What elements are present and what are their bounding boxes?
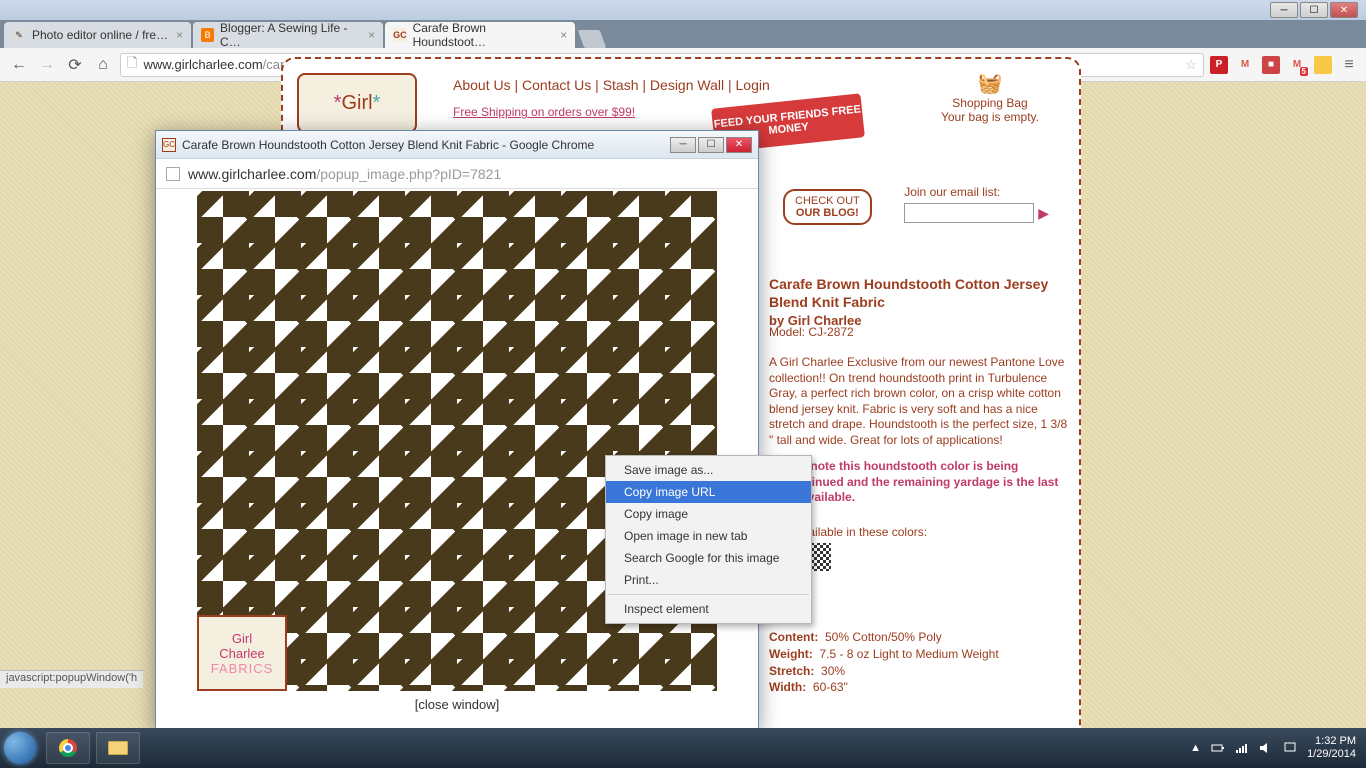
bag-empty-text: Your bag is empty. xyxy=(941,110,1039,124)
gc-icon: GC xyxy=(162,138,176,152)
wifi-icon[interactable] xyxy=(1235,741,1249,755)
tab-blogger[interactable]: B Blogger: A Sewing Life - C… × xyxy=(193,22,383,48)
status-bar: javascript:popupWindow('h xyxy=(0,670,143,688)
blogger-icon: B xyxy=(201,28,214,42)
context-menu: Save image as... Copy image URL Copy ima… xyxy=(605,455,812,624)
bag-label: Shopping Bag xyxy=(941,96,1039,110)
ctx-save-image-as[interactable]: Save image as... xyxy=(606,459,811,481)
window-minimize-button[interactable]: ─ xyxy=(1270,2,1298,18)
tray-show-hidden-icon[interactable]: ▲ xyxy=(1190,742,1201,754)
windows-titlebar: ─ ☐ ✕ xyxy=(0,0,1366,20)
close-icon[interactable]: × xyxy=(560,28,567,42)
start-button[interactable] xyxy=(0,728,40,768)
email-input[interactable] xyxy=(904,203,1034,223)
bag-icon: 🧺 xyxy=(941,71,1039,96)
clock-date: 1/29/2014 xyxy=(1307,748,1356,761)
shopping-bag-area[interactable]: 🧺 Shopping Bag Your bag is empty. xyxy=(941,71,1039,124)
close-window-link[interactable]: [close window] xyxy=(156,697,758,712)
battery-icon[interactable] xyxy=(1211,741,1225,755)
popup-url-host: www.girlcharlee.com xyxy=(188,166,316,182)
menu-icon[interactable]: ≡ xyxy=(1340,56,1358,74)
tab-label: Blogger: A Sewing Life - C… xyxy=(220,21,360,49)
windows-logo-icon xyxy=(4,732,36,764)
popup-titlebar[interactable]: GC Carafe Brown Houndstooth Cotton Jerse… xyxy=(156,131,758,159)
top-nav: About Us | Contact Us | Stash | Design W… xyxy=(453,77,770,93)
nav-about[interactable]: About Us xyxy=(453,77,511,93)
close-icon[interactable]: × xyxy=(368,28,375,42)
new-tab-button[interactable] xyxy=(578,30,607,48)
close-icon[interactable]: × xyxy=(176,28,183,42)
star-icon[interactable]: ☆ xyxy=(1185,57,1197,73)
clock[interactable]: 1:32 PM 1/29/2014 xyxy=(1307,735,1356,761)
free-shipping-link[interactable]: Free Shipping on orders over $99! xyxy=(453,105,635,119)
email-signup: Join our email list: ▶ xyxy=(904,185,1049,223)
system-tray: ▲ 1:32 PM 1/29/2014 xyxy=(1190,735,1366,761)
window-close-button[interactable]: ✕ xyxy=(1330,2,1358,18)
window-maximize-button[interactable]: ☐ xyxy=(1300,2,1328,18)
tab-photo-editor[interactable]: ✎ Photo editor online / fre… × xyxy=(4,22,191,48)
image-watermark-logo: GirlCharlee FABRICS xyxy=(197,615,287,691)
ctx-search-google-image[interactable]: Search Google for this image xyxy=(606,547,811,569)
gc-icon: GC xyxy=(393,28,407,42)
clock-time: 1:32 PM xyxy=(1307,735,1356,748)
gmail-badge-icon[interactable]: M5 xyxy=(1288,56,1306,74)
back-button[interactable]: ← xyxy=(8,54,30,76)
nav-contact[interactable]: Contact Us xyxy=(522,77,591,93)
ctx-print[interactable]: Print... xyxy=(606,569,811,591)
ctx-inspect-element[interactable]: Inspect element xyxy=(606,598,811,620)
home-button[interactable]: ⌂ xyxy=(92,54,114,76)
reload-button[interactable]: ⟳ xyxy=(64,54,86,76)
taskbar-explorer[interactable] xyxy=(96,732,140,764)
forward-button[interactable]: → xyxy=(36,54,58,76)
product-discontinued-note: Please note this houndstooth color is be… xyxy=(769,459,1069,506)
tab-girlcharlee[interactable]: GC Carafe Brown Houndstoot… × xyxy=(385,22,575,48)
product-title: Carafe Brown Houndstooth Cotton Jersey B… xyxy=(769,275,1069,330)
popup-minimize-button[interactable]: ─ xyxy=(670,137,696,153)
tab-label: Photo editor online / fre… xyxy=(32,28,168,42)
pinterest-icon[interactable]: P xyxy=(1210,56,1228,74)
taskbar-chrome[interactable] xyxy=(46,732,90,764)
popup-address-bar[interactable]: www.girlcharlee.com/popup_image.php?pID=… xyxy=(156,159,758,189)
nav-login[interactable]: Login xyxy=(736,77,770,93)
popup-url-path: /popup_image.php?pID=7821 xyxy=(316,166,501,182)
page-icon xyxy=(166,167,180,181)
popup-title-text: Carafe Brown Houndstooth Cotton Jersey B… xyxy=(182,138,670,152)
volume-icon[interactable] xyxy=(1259,741,1273,755)
popup-maximize-button[interactable]: ☐ xyxy=(698,137,724,153)
product-description: A Girl Charlee Exclusive from our newest… xyxy=(769,355,1069,449)
ctx-separator xyxy=(608,594,809,595)
extension-icon[interactable]: ■ xyxy=(1262,56,1280,74)
blog-button[interactable]: CHECK OUT OUR BLOG! xyxy=(783,189,872,225)
tab-strip: ✎ Photo editor online / fre… × B Blogger… xyxy=(0,20,1366,48)
url-host: www.girlcharlee.com xyxy=(143,57,262,72)
tab-label: Carafe Brown Houndstoot… xyxy=(413,21,552,49)
taskbar: ▲ 1:32 PM 1/29/2014 xyxy=(0,728,1366,768)
nav-stash[interactable]: Stash xyxy=(603,77,639,93)
popup-window: GC Carafe Brown Houndstooth Cotton Jerse… xyxy=(155,130,759,730)
flag-icon[interactable] xyxy=(1283,741,1297,755)
page-icon: 🗋 xyxy=(127,54,137,76)
ctx-copy-image-url[interactable]: Copy image URL xyxy=(606,481,811,503)
pencil-icon: ✎ xyxy=(12,28,26,42)
extension-icon-2[interactable] xyxy=(1314,56,1332,74)
email-label: Join our email list: xyxy=(904,185,1049,199)
nav-design-wall[interactable]: Design Wall xyxy=(650,77,724,93)
popup-close-button[interactable]: ✕ xyxy=(726,137,752,153)
ctx-copy-image[interactable]: Copy image xyxy=(606,503,811,525)
submit-arrow-icon[interactable]: ▶ xyxy=(1038,205,1049,222)
gmail-icon[interactable]: M xyxy=(1236,56,1254,74)
product-specs: Content: 50% Cotton/50% Poly Weight: 7.5… xyxy=(769,629,999,696)
product-model: Model: CJ-2872 xyxy=(769,325,854,339)
ctx-open-image-new-tab[interactable]: Open image in new tab xyxy=(606,525,811,547)
site-logo[interactable]: *Girl* xyxy=(297,73,417,133)
